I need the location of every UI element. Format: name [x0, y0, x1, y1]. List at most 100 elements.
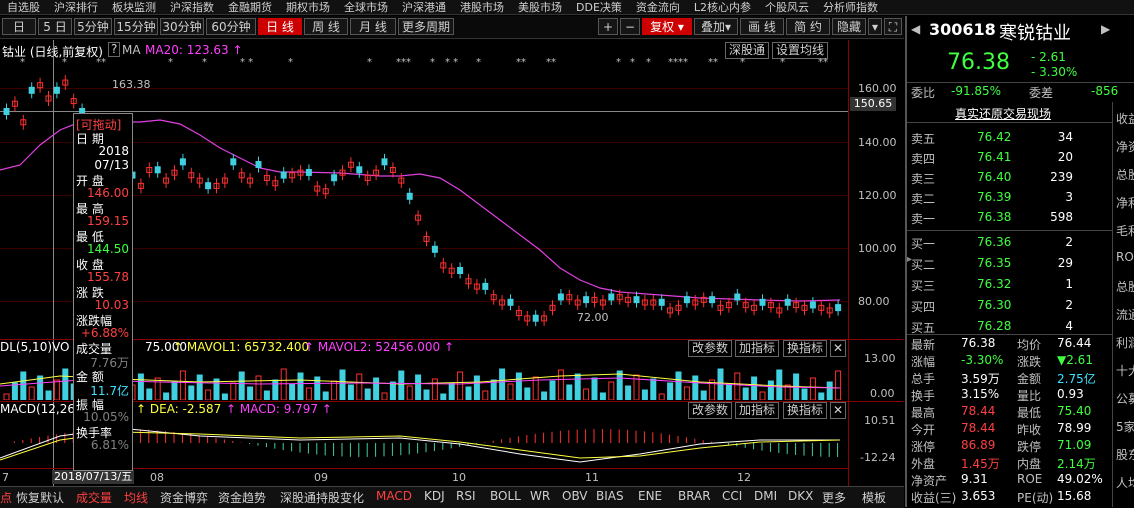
svg-text:**: ** [546, 57, 556, 68]
indicator-tab[interactable]: ENE [638, 489, 662, 503]
candle-body [28, 86, 35, 94]
indicator-tab[interactable]: MACD [376, 489, 412, 503]
candle-body [356, 166, 363, 174]
menu-item[interactable]: 沪深港通 [395, 1, 453, 14]
period-monthly-button[interactable]: 月 线 [350, 18, 396, 35]
period-5day-button[interactable]: 5 日 [38, 18, 72, 35]
indicator-tab[interactable]: 均线 [124, 489, 148, 506]
volume-bar [499, 368, 506, 400]
indicator-tab[interactable]: DKX [788, 489, 813, 503]
stat-value: 2.75亿 [1057, 372, 1096, 386]
indicator-tab[interactable]: 更多 [822, 489, 846, 506]
period-weekly-button[interactable]: 周 线 [304, 18, 348, 35]
orderbook-price[interactable]: 76.38 [977, 210, 1011, 224]
stat-label: 量比 [1017, 389, 1042, 403]
menu-item[interactable]: DDE决策 [569, 1, 629, 14]
menu-item[interactable]: 期权市场 [279, 1, 337, 14]
indicator-tab[interactable]: 资金趋势 [218, 489, 266, 506]
indicator-tab[interactable]: 模板 [862, 489, 886, 506]
indicator-tab[interactable]: OBV [562, 489, 588, 503]
menu-item[interactable]: 资金流向 [629, 1, 687, 14]
indicator-tab[interactable]: BRAR [678, 489, 711, 503]
volume-bar [801, 388, 808, 400]
period-5min-button[interactable]: 5分钟 [74, 18, 112, 35]
orderbook-volume: 4 [1065, 319, 1073, 333]
menu-item[interactable]: 金融期货 [221, 1, 279, 14]
indicator-tab[interactable]: 恢复默认 [16, 489, 64, 506]
orderbook-price[interactable]: 76.32 [977, 277, 1011, 291]
macd-switch-indicator-button[interactable]: 换指标 [783, 402, 828, 419]
indicator-tab[interactable]: KDJ [424, 489, 445, 503]
hide-button[interactable]: 隐藏 [832, 18, 866, 35]
menu-item[interactable]: 板块监测 [105, 1, 163, 14]
indicator-tab[interactable]: BIAS [596, 489, 624, 503]
zoom-in-button[interactable]: + [598, 18, 618, 35]
menu-item[interactable]: 美股市场 [511, 1, 569, 14]
volume-bar [263, 390, 270, 400]
menu-item[interactable]: 全球市场 [337, 1, 395, 14]
indicator-tab[interactable]: RSI [456, 489, 476, 503]
period-day-button[interactable]: 日 [2, 18, 36, 35]
chart-toolbar: 日 5 日 5分钟 15分钟 30分钟 60分钟 日 线 周 线 月 线 更多周… [0, 16, 904, 39]
orderbook-price[interactable]: 76.30 [977, 298, 1011, 312]
orderbook-price[interactable]: 76.39 [977, 190, 1011, 204]
orderbook-price[interactable]: 76.41 [977, 150, 1011, 164]
prev-stock-icon[interactable]: ◀ [911, 22, 920, 36]
menu-item[interactable]: 港股市场 [453, 1, 511, 14]
replay-link[interactable]: 真实还原交易现场 [955, 105, 1051, 122]
macd-params-button[interactable]: 改参数 [688, 402, 733, 419]
volume-bar [599, 392, 606, 400]
more-periods-button[interactable]: 更多周期 [398, 18, 454, 35]
indicator-tab[interactable]: BOLL [490, 489, 521, 503]
orderbook-price[interactable]: 76.40 [977, 170, 1011, 184]
period-30min-button[interactable]: 30分钟 [160, 18, 204, 35]
period-60min-button[interactable]: 60分钟 [206, 18, 256, 35]
volume-bar [482, 390, 489, 400]
draw-line-button[interactable]: 画 线 [740, 18, 784, 35]
period-daily-button[interactable]: 日 线 [258, 18, 302, 35]
svg-text:*: * [62, 57, 67, 68]
macd-add-indicator-button[interactable]: 加指标 [735, 402, 780, 419]
menu-item[interactable]: 自选股 [0, 1, 47, 14]
candle-tooltip[interactable]: [可拖动] 日 期 2018 07/13 开 盘 146.00 最 高 159.… [73, 113, 133, 471]
mavol2-value: ↑ MAVOL2: 52456.000 ↑ [304, 340, 455, 354]
indicator-tab[interactable]: CCI [722, 489, 742, 503]
indicator-tab[interactable]: DMI [754, 489, 777, 503]
menu-item[interactable]: 沪深指数 [163, 1, 221, 14]
indicator-tab[interactable]: WR [530, 489, 550, 503]
volume-bar [490, 379, 497, 400]
vol-label: DL(5,10) [0, 340, 53, 354]
menu-item[interactable]: 分析师指数 [816, 1, 885, 14]
indicator-tab[interactable]: 深股通持股变化 [280, 489, 364, 506]
adjust-button[interactable]: 复权 ▾ [642, 18, 692, 35]
menu-item[interactable]: L2核心内参 [687, 1, 758, 14]
indicator-tab[interactable]: 成交量 [76, 489, 112, 506]
fullscreen-icon[interactable]: ⛶ [884, 18, 902, 35]
orderbook-price[interactable]: 76.35 [977, 256, 1011, 270]
next-stock-icon[interactable]: ▶ [1101, 22, 1110, 36]
volume-bar [574, 373, 581, 400]
stat-label: 昨收 [1017, 423, 1042, 437]
kline-chart[interactable]: 钴业 (日线,前复权) ? MA MA20: 123.63 ↑ 深股通 设置均线… [0, 40, 904, 486]
side-info-label: 流通 [1116, 308, 1134, 322]
volume-bar [431, 378, 438, 400]
chevron-down-icon[interactable]: ▾ [868, 18, 882, 35]
collapse-icon[interactable]: ▸ [907, 254, 913, 268]
overlay-button[interactable]: 叠加▾ [694, 18, 738, 35]
indicator-tab[interactable]: 点 [0, 489, 12, 506]
volume-bar [62, 368, 69, 400]
menu-item[interactable]: 沪深排行 [47, 1, 105, 14]
close-icon[interactable]: ✕ [830, 402, 847, 419]
volume-bar [557, 369, 564, 400]
orderbook-price[interactable]: 76.28 [977, 319, 1011, 333]
overlay-label: 叠加 [700, 20, 725, 34]
zoom-out-button[interactable]: − [620, 18, 640, 35]
menu-item[interactable]: 个股风云 [758, 1, 816, 14]
orderbook-price[interactable]: 76.42 [977, 130, 1011, 144]
quote-panel: ◀ 300618 寒锐钴业 ▶ 76.38 - 2.61 - 3.30% 委比 … [905, 16, 1134, 507]
period-15min-button[interactable]: 15分钟 [114, 18, 158, 35]
candle-body [280, 171, 287, 179]
simple-mode-button[interactable]: 简 约 [786, 18, 830, 35]
orderbook-price[interactable]: 76.36 [977, 235, 1011, 249]
indicator-tab[interactable]: 资金博弈 [160, 489, 208, 506]
